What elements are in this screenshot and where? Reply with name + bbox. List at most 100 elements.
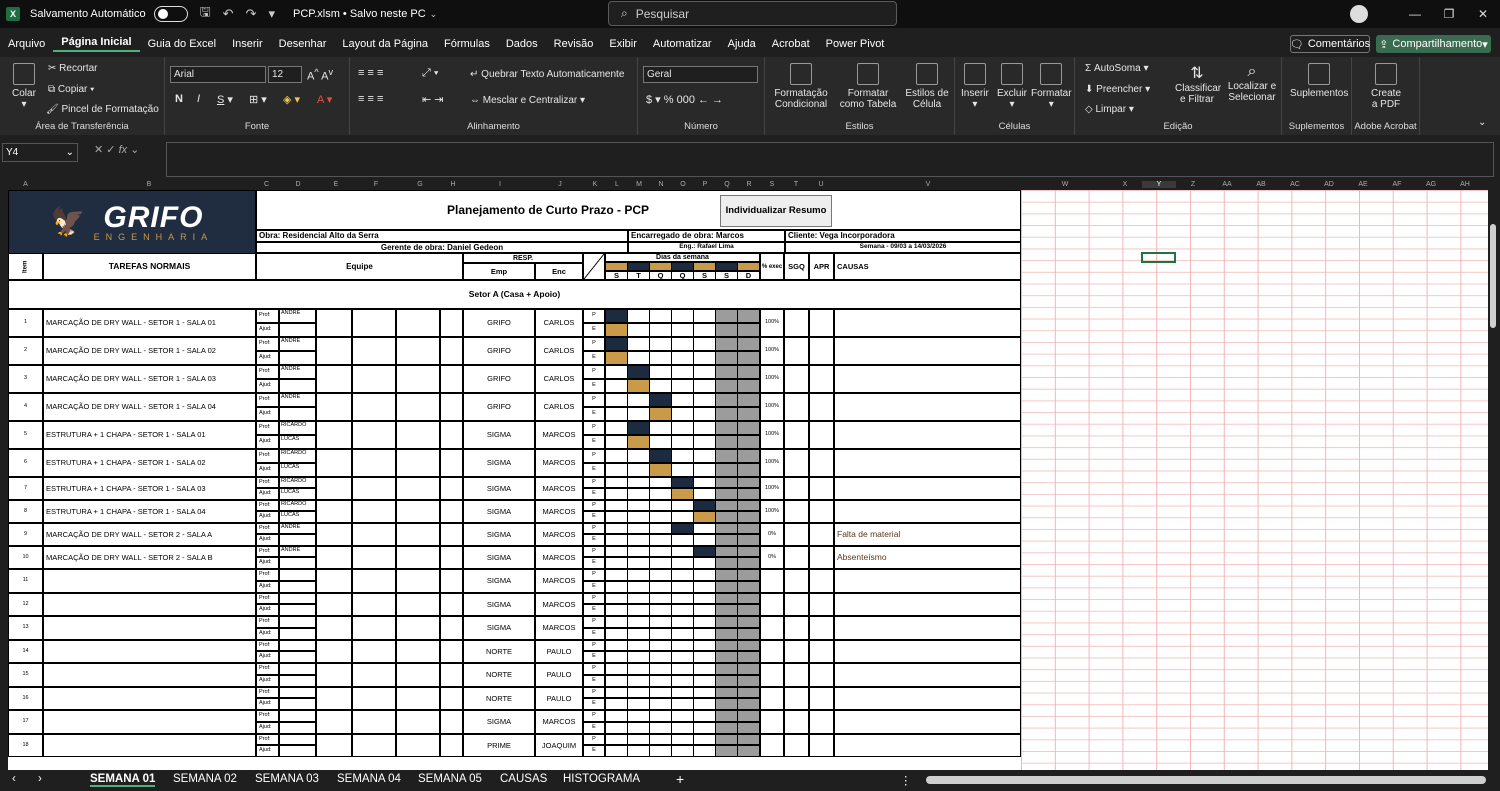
planned-day-cell[interactable]: [627, 309, 650, 323]
tab-6[interactable]: Fórmulas: [436, 38, 498, 50]
enc-cell[interactable]: CARLOS: [535, 309, 583, 337]
prof-name[interactable]: [279, 569, 316, 581]
planned-day-cell[interactable]: [737, 569, 760, 581]
exec-percent[interactable]: [760, 569, 784, 593]
planned-day-cell[interactable]: [737, 449, 760, 463]
cancel-icon[interactable]: ✕: [94, 144, 106, 156]
executed-day-cell[interactable]: [605, 511, 628, 523]
equipe-cell[interactable]: [316, 449, 352, 477]
executed-day-cell[interactable]: [693, 435, 716, 449]
prof-name[interactable]: ANDRE: [279, 523, 316, 534]
planned-day-cell[interactable]: [605, 523, 628, 534]
planned-day-cell[interactable]: [627, 710, 650, 722]
tab-10[interactable]: Automatizar: [645, 38, 720, 50]
equipe-cell[interactable]: [316, 546, 352, 569]
planned-day-cell[interactable]: [693, 421, 716, 435]
executed-day-cell[interactable]: [605, 557, 628, 569]
tab-0[interactable]: Arquivo: [0, 38, 53, 50]
ajud-name[interactable]: LUCAS: [279, 488, 316, 500]
cause-cell[interactable]: [834, 640, 1021, 663]
planned-day-cell[interactable]: [737, 687, 760, 698]
sgq-cell[interactable]: [784, 663, 809, 687]
apr-cell[interactable]: [809, 569, 834, 593]
equipe-cell[interactable]: [396, 365, 440, 393]
enc-cell[interactable]: CARLOS: [535, 337, 583, 365]
wrap-text-button[interactable]: ↵ Quebrar Texto Automaticamente: [470, 69, 624, 80]
task-name[interactable]: [43, 663, 256, 687]
redo-icon[interactable]: ↷: [246, 6, 257, 22]
exec-percent[interactable]: [760, 616, 784, 640]
sheet-tab-5[interactable]: CAUSAS: [500, 773, 547, 785]
executed-day-cell[interactable]: [737, 534, 760, 546]
emp-cell[interactable]: SIGMA: [463, 449, 535, 477]
executed-day-cell[interactable]: [671, 745, 694, 757]
cause-cell[interactable]: [834, 309, 1021, 337]
equipe-cell[interactable]: [396, 449, 440, 477]
sheet-tab-2[interactable]: SEMANA 03: [255, 773, 319, 785]
planned-day-cell[interactable]: [605, 569, 628, 581]
number-format-select[interactable]: Geral: [643, 66, 758, 83]
executed-day-cell[interactable]: [693, 651, 716, 663]
planned-day-cell[interactable]: [737, 616, 760, 628]
column-header-F[interactable]: F: [354, 181, 398, 188]
item-number[interactable]: 3: [8, 365, 43, 393]
executed-day-cell[interactable]: [715, 698, 738, 710]
prof-name[interactable]: [279, 640, 316, 651]
emp-cell[interactable]: SIGMA: [463, 710, 535, 734]
avatar[interactable]: [1350, 5, 1368, 23]
enc-cell[interactable]: MARCOS: [535, 593, 583, 616]
column-header-W[interactable]: W: [1022, 181, 1108, 188]
number-format-icons[interactable]: $ ▾ % 000 ← →: [646, 93, 723, 106]
autosum-button[interactable]: Σ AutoSoma ▾: [1085, 63, 1148, 74]
exec-percent[interactable]: [760, 710, 784, 734]
equipe-cell[interactable]: [396, 500, 440, 523]
executed-day-cell[interactable]: [737, 511, 760, 523]
delete-cells-button[interactable]: Excluir ▾: [997, 63, 1027, 110]
tab-4[interactable]: Desenhar: [271, 38, 335, 50]
executed-day-cell[interactable]: [737, 557, 760, 569]
planned-day-cell[interactable]: [671, 500, 694, 511]
item-number[interactable]: 13: [8, 616, 43, 640]
executed-day-cell[interactable]: [693, 557, 716, 569]
planned-day-cell[interactable]: [649, 734, 672, 745]
sgq-cell[interactable]: [784, 710, 809, 734]
exec-percent[interactable]: [760, 734, 784, 757]
equipe-cell[interactable]: [440, 523, 463, 546]
equipe-cell[interactable]: [352, 421, 396, 449]
prof-name[interactable]: ANDRE: [279, 365, 316, 379]
planned-day-cell[interactable]: [715, 523, 738, 534]
planned-day-cell[interactable]: [649, 309, 672, 323]
cause-cell[interactable]: [834, 569, 1021, 593]
comments-button[interactable]: 🗨 Comentários: [1290, 35, 1370, 53]
close-icon[interactable]: ✕: [1466, 7, 1500, 21]
tab-12[interactable]: Acrobat: [764, 38, 818, 50]
tab-11[interactable]: Ajuda: [720, 38, 764, 50]
planned-day-cell[interactable]: [627, 687, 650, 698]
equipe-cell[interactable]: [352, 710, 396, 734]
equipe-cell[interactable]: [440, 663, 463, 687]
executed-day-cell[interactable]: [649, 698, 672, 710]
planned-day-cell[interactable]: [737, 640, 760, 651]
column-header-Y[interactable]: Y: [1142, 181, 1176, 188]
apr-cell[interactable]: [809, 309, 834, 337]
executed-day-cell[interactable]: [715, 534, 738, 546]
equipe-cell[interactable]: [440, 500, 463, 523]
item-number[interactable]: 5: [8, 421, 43, 449]
planned-day-cell[interactable]: [649, 365, 672, 379]
planned-day-cell[interactable]: [737, 734, 760, 745]
apr-cell[interactable]: [809, 477, 834, 500]
tab-5[interactable]: Layout da Página: [334, 38, 436, 50]
executed-day-cell[interactable]: [693, 722, 716, 734]
planned-day-cell[interactable]: [715, 710, 738, 722]
cause-cell[interactable]: [834, 393, 1021, 421]
planned-day-cell[interactable]: [605, 546, 628, 557]
empty-grid-area[interactable]: [1021, 190, 1488, 770]
horizontal-align-icons[interactable]: ≡ ≡ ≡: [358, 93, 383, 105]
planned-day-cell[interactable]: [671, 477, 694, 488]
prof-name[interactable]: RICARDO: [279, 421, 316, 435]
enc-cell[interactable]: CARLOS: [535, 393, 583, 421]
executed-day-cell[interactable]: [737, 651, 760, 663]
equipe-cell[interactable]: [396, 309, 440, 337]
item-number[interactable]: 12: [8, 593, 43, 616]
planned-day-cell[interactable]: [671, 569, 694, 581]
